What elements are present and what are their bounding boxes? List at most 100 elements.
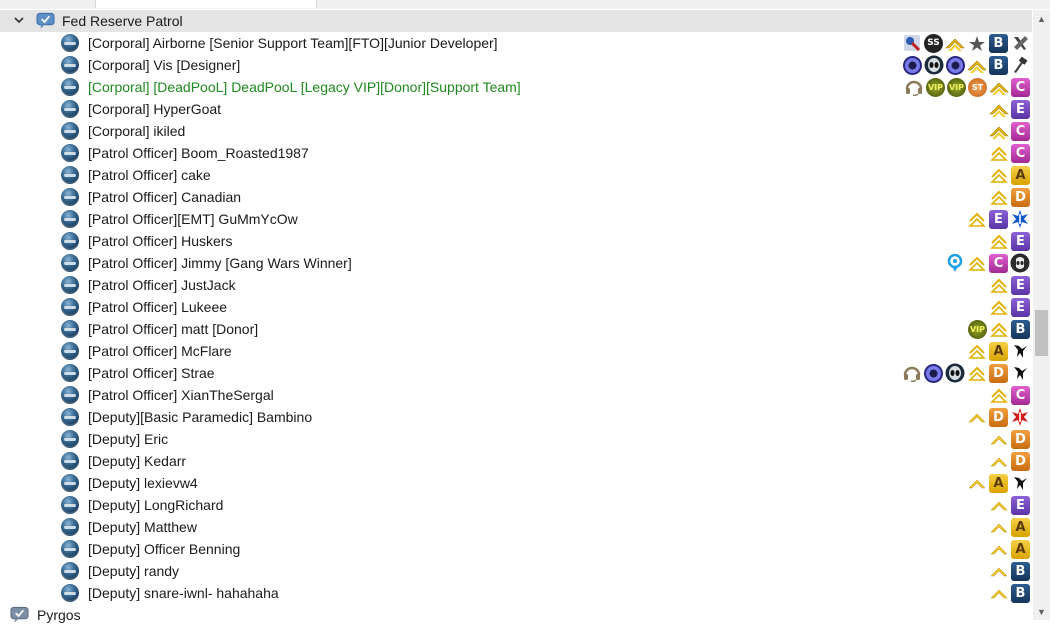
user-name: [Patrol Officer] XianTheSergal [88,387,274,403]
user-row[interactable]: [Corporal] Airborne [Senior Support Team… [0,32,1032,54]
user-badges: A [989,539,1030,559]
rank-chevron-icon [967,363,987,383]
wolf-icon [1010,473,1030,493]
top-tab-strip [0,0,1060,9]
user-row[interactable]: [Deputy] Eric D [0,428,1032,450]
user-badges: E [967,209,1030,229]
user-status-icon [61,144,79,162]
user-status-icon [61,386,79,404]
user-status-icon [61,56,79,74]
user-name: [Deputy] Matthew [88,519,197,535]
user-status-icon [61,210,79,228]
user-name: [Patrol Officer] Boom_Roasted1987 [88,145,309,161]
user-badges: D [902,363,1030,383]
user-row[interactable]: [Deputy] randy B [0,560,1032,582]
user-badges: E [989,275,1030,295]
active-tab[interactable] [95,0,317,8]
user-status-icon [61,188,79,206]
rank-chevron-icon [989,165,1009,185]
rank-B-badge: B [989,33,1008,53]
rank-A-badge: A [1011,165,1030,185]
user-row[interactable]: [Deputy] Officer Benning A [0,538,1032,560]
vip-badge-icon: VIP [926,77,945,97]
user-row[interactable]: [Corporal] Vis [Designer] B [0,54,1032,76]
user-status-icon [61,540,79,558]
next-channel-name: Pyrgos [37,607,81,623]
user-row[interactable]: [Patrol Officer] Lukeee E [0,296,1032,318]
channel-name: Fed Reserve Patrol [62,13,183,29]
scroll-up-button[interactable]: ▲ [1033,10,1050,27]
user-name: [Deputy] snare-iwnl- hahahaha [88,585,279,601]
user-badges: B [989,583,1030,603]
rank-chevron-icon [989,77,1009,97]
user-name: [Deputy][Basic Paramedic] Bambino [88,409,313,425]
rank-chevron-icon [989,429,1009,449]
user-row[interactable]: [Patrol Officer] Strae D [0,362,1032,384]
user-row[interactable]: [Patrol Officer][EMT] GuMmYcOw E [0,208,1032,230]
user-name: [Deputy] lexievw4 [88,475,198,491]
user-name: [Corporal] [DeadPooL] DeadPooL [Legacy V… [88,79,521,95]
user-status-icon [61,342,79,360]
user-row[interactable]: [Deputy][Basic Paramedic] Bambino D [0,406,1032,428]
user-row[interactable]: [Patrol Officer] McFlare A [0,340,1032,362]
user-row[interactable]: [Deputy] lexievw4 A [0,472,1032,494]
rank-C-badge: C [1011,385,1030,405]
rank-D-badge: D [989,407,1008,427]
user-row[interactable]: [Deputy] snare-iwnl- hahahaha B [0,582,1032,604]
alien-badge-icon [945,363,965,383]
rank-C-badge: C [1011,77,1030,97]
user-row[interactable]: [Deputy] LongRichard E [0,494,1032,516]
chevron-down-icon[interactable] [12,13,26,27]
user-name: [Deputy] LongRichard [88,497,224,513]
ring-badge-icon [946,55,965,75]
rank-B-badge: B [1011,319,1030,339]
user-name: [Patrol Officer] Lukeee [88,299,228,315]
user-row[interactable]: [Corporal] HyperGoat E [0,98,1032,120]
user-badges: B VIP [968,319,1030,339]
user-status-icon [61,276,79,294]
vertical-scrollbar[interactable]: ▲ ▼ [1033,10,1050,620]
user-badges: B [989,561,1030,581]
scroll-down-button[interactable]: ▼ [1033,603,1050,620]
user-badges: C ST VIP VIP [904,77,1030,97]
user-row[interactable]: [Patrol Officer] Canadian D [0,186,1032,208]
channel-chat-icon [10,606,29,623]
mask-badge-icon [1010,253,1030,273]
scroll-thumb[interactable] [1035,310,1048,356]
user-status-icon [61,254,79,272]
user-row[interactable]: [Corporal] [DeadPooL] DeadPooL [Legacy V… [0,76,1032,98]
rank-D-badge: D [1011,451,1030,471]
user-row[interactable]: [Patrol Officer] Huskers E [0,230,1032,252]
user-badges: D [989,451,1030,471]
user-row[interactable]: [Patrol Officer] cake A [0,164,1032,186]
star-icon [967,33,987,53]
next-channel-row[interactable]: Pyrgos [0,604,1032,626]
user-row[interactable]: [Deputy] Kedarr D [0,450,1032,472]
user-row[interactable]: [Corporal] ikiled C [0,120,1032,142]
user-row[interactable]: [Patrol Officer] Boom_Roasted1987 C [0,142,1032,164]
user-status-icon [61,232,79,250]
channel-row[interactable]: Fed Reserve Patrol [0,10,1032,32]
rank-chevron-icon [989,99,1009,119]
rank-A-badge: A [1011,517,1030,537]
rank-B-badge: B [1011,583,1030,603]
user-badges: A [967,341,1030,361]
user-name: [Patrol Officer] JustJack [88,277,236,293]
rank-B-badge: B [989,55,1008,75]
user-badges: C [989,143,1030,163]
user-badges: D [989,187,1030,207]
user-badges: E [989,297,1030,317]
user-row[interactable]: [Patrol Officer] JustJack E [0,274,1032,296]
alien-badge-icon [924,55,944,75]
user-row[interactable]: [Patrol Officer] matt [Donor] B VIP [0,318,1032,340]
user-row[interactable]: [Patrol Officer] XianTheSergal C [0,384,1032,406]
user-name: [Patrol Officer] Huskers [88,233,233,249]
user-status-icon [61,408,79,426]
rank-A-badge: A [989,473,1008,493]
rank-chevron-icon [967,253,987,273]
rank-E-badge: E [1011,275,1030,295]
user-badges: A [967,473,1030,493]
user-row[interactable]: [Patrol Officer] Jimmy [Gang Wars Winner… [0,252,1032,274]
rank-chevron-icon [989,319,1009,339]
user-row[interactable]: [Deputy] Matthew A [0,516,1032,538]
